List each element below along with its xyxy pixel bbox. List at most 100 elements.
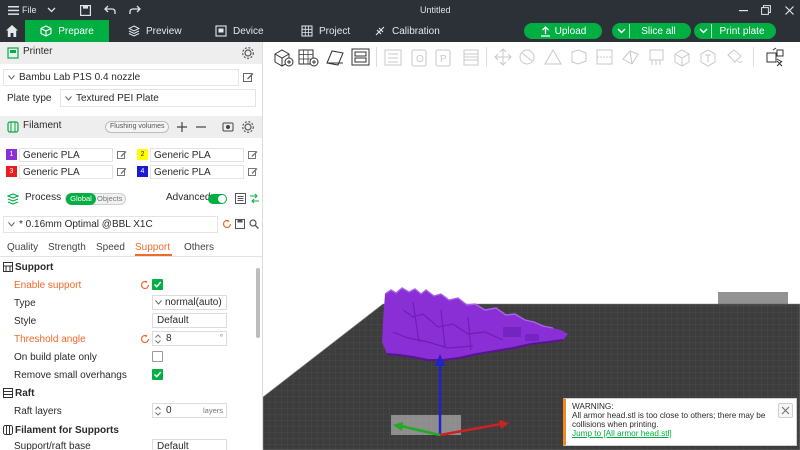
style-select[interactable]: Default [152, 313, 227, 328]
build-plate-scene[interactable] [263, 42, 800, 450]
add-plate-icon[interactable] [297, 44, 319, 70]
filament-4-swatch[interactable]: 4 [137, 166, 148, 177]
gear-icon[interactable] [242, 47, 254, 59]
redo-icon[interactable] [128, 0, 142, 20]
tab-support[interactable]: Support [135, 242, 170, 253]
global-objects-toggle[interactable]: Global Objects [65, 193, 126, 205]
reset-icon[interactable] [140, 334, 150, 344]
edit-icon[interactable] [248, 150, 258, 160]
type-select[interactable]: normal(auto) [152, 295, 227, 310]
edit-icon[interactable] [117, 167, 127, 177]
chevron-down-icon [65, 95, 72, 101]
type-value: normal(auto) [165, 297, 222, 308]
gear-icon[interactable] [242, 121, 254, 133]
filament-1-select[interactable]: Generic PLA [19, 148, 113, 162]
printer-select[interactable]: Bambu Lab P1S 0.4 nozzle [3, 69, 239, 86]
threshold-angle-unit: ° [219, 333, 223, 342]
chevron-down-icon [8, 75, 15, 80]
compare-icon[interactable] [249, 193, 260, 204]
support-raft-base-value: Default [157, 441, 189, 450]
tab-speed[interactable]: Speed [96, 242, 125, 253]
raft-layers-label: Raft layers [14, 406, 62, 417]
search-icon[interactable] [249, 219, 259, 229]
minus-icon[interactable] [196, 122, 206, 132]
tab-preview[interactable]: Preview [128, 20, 182, 42]
menu-icon[interactable] [6, 0, 20, 20]
edit-icon[interactable] [248, 167, 258, 177]
warning-notification: WARNING: All armor head.stl is too close… [563, 398, 797, 446]
tab-strength[interactable]: Strength [48, 242, 86, 253]
reset-icon[interactable] [140, 280, 150, 290]
scrollbar-thumb[interactable] [256, 268, 260, 338]
undo-icon[interactable] [103, 0, 117, 20]
chevron-down-icon[interactable] [699, 28, 708, 34]
plate-type-select[interactable]: Textured PEI Plate [60, 89, 256, 107]
process-header: Process Global Objects Advanced [0, 188, 262, 210]
support-raft-base-select[interactable]: Default [152, 439, 227, 450]
edit-icon[interactable] [243, 72, 254, 83]
tab-others[interactable]: Others [184, 242, 214, 253]
tab-quality[interactable]: Quality [7, 242, 38, 253]
process-profile-select[interactable]: * 0.16mm Optimal @BBL X1C [3, 216, 218, 233]
process-icon [7, 193, 19, 205]
flushing-volumes-button[interactable]: Flushing volumes [105, 121, 170, 133]
threshold-angle-input[interactable]: 8 ° [152, 331, 227, 346]
split-objects-icon [382, 44, 404, 70]
close-notification-button[interactable] [778, 403, 793, 418]
spinner-icon[interactable] [155, 405, 161, 416]
main-nav: Prepare Preview Device Project Calibrati… [0, 20, 800, 42]
spinner-icon[interactable] [155, 333, 161, 344]
print-plate-button[interactable]: Print plate [694, 23, 776, 39]
tab-project[interactable]: Project [301, 20, 350, 42]
upload-button[interactable]: Upload [524, 23, 602, 39]
3d-viewport[interactable] [263, 42, 800, 450]
filament-3-select[interactable]: Generic PLA [19, 165, 113, 179]
filament-2-name: Generic PLA [154, 149, 211, 161]
plus-icon[interactable] [177, 122, 187, 132]
list-icon[interactable] [235, 193, 246, 204]
minimize-icon[interactable] [736, 0, 750, 20]
build-plate-only-checkbox[interactable] [152, 351, 163, 362]
chevron-down-icon[interactable] [617, 28, 626, 34]
chevron-down-icon[interactable] [45, 0, 57, 20]
filament-1-swatch[interactable]: 1 [6, 149, 17, 160]
close-icon[interactable] [782, 0, 796, 20]
tab-prepare[interactable]: Prepare [25, 20, 109, 42]
ams-sync-icon[interactable] [222, 121, 234, 133]
enable-support-checkbox[interactable] [152, 279, 163, 290]
color-paint-icon [724, 44, 746, 70]
plate-type-label: Plate type [7, 93, 52, 104]
filament-4-select[interactable]: Generic PLA [150, 165, 244, 179]
remove-small-overhangs-checkbox[interactable] [152, 369, 163, 380]
save-icon[interactable] [235, 219, 245, 229]
add-object-icon[interactable] [272, 44, 294, 70]
filament-3-swatch[interactable]: 3 [6, 166, 17, 177]
lay-on-face-icon [568, 44, 590, 70]
calibration-icon [375, 26, 385, 36]
advanced-toggle[interactable] [208, 194, 227, 204]
tab-device[interactable]: Device [215, 20, 264, 42]
slice-all-button[interactable]: Slice all [612, 23, 691, 39]
restore-icon[interactable] [759, 0, 773, 20]
edit-icon[interactable] [117, 150, 127, 160]
assembly-view-icon[interactable] [765, 44, 787, 70]
print-plate-label: Print plate [719, 25, 765, 37]
home-icon[interactable] [5, 24, 19, 41]
device-icon [215, 25, 227, 37]
arrange-icon[interactable] [350, 44, 372, 70]
save-icon[interactable] [78, 0, 92, 20]
file-menu[interactable]: File [22, 5, 37, 15]
reset-icon[interactable] [222, 219, 232, 229]
printer-name: Bambu Lab P1S 0.4 nozzle [19, 72, 141, 83]
filament-2-swatch[interactable]: 2 [137, 149, 148, 160]
raft-layers-input[interactable]: 0 layers [152, 403, 227, 418]
remove-small-overhangs-label: Remove small overhangs [14, 370, 127, 381]
tab-calibration[interactable]: Calibration [374, 20, 440, 42]
orient-icon[interactable] [324, 44, 346, 70]
filament-2-select[interactable]: Generic PLA [150, 148, 244, 162]
global-option[interactable]: Global [66, 193, 96, 205]
jump-to-link[interactable]: Jump to [All armor head.stl] [572, 429, 796, 438]
objects-option[interactable]: Objects [97, 194, 122, 204]
viewport-toolbar: O P [270, 44, 800, 72]
support-paint-icon [646, 44, 668, 70]
